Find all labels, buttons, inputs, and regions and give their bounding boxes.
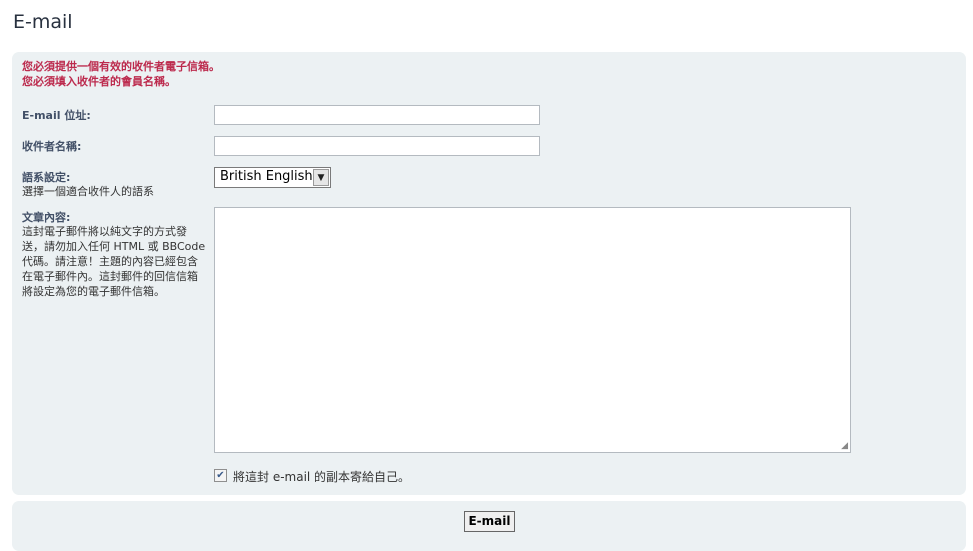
message-description: 這封電子郵件將以純文字的方式發送，請勿加入任何 HTML 或 BBCode 代碼… [22, 225, 206, 298]
resize-handle-icon[interactable]: ◢ [841, 441, 848, 451]
submit-button[interactable]: E-mail [464, 511, 515, 532]
message-textarea[interactable]: ◢ [214, 207, 851, 453]
language-label: 語系設定: [22, 171, 71, 184]
cc-self-checkbox[interactable]: ✔ [214, 469, 227, 482]
email-label: E-mail 位址: [22, 109, 91, 122]
cc-self-label: 將這封 e-mail 的副本寄給自己。 [233, 470, 411, 484]
message-label: 文章內容: [22, 211, 71, 224]
chevron-down-icon[interactable]: ▼ [313, 169, 329, 186]
recipient-name-label: 收件者名稱: [22, 140, 82, 153]
language-select[interactable]: British English ▼ [214, 167, 331, 188]
error-message-name: 您必須填入收件者的會員名稱。 [22, 75, 176, 88]
check-icon: ✔ [216, 470, 225, 481]
recipient-name-field[interactable] [214, 136, 540, 156]
email-field[interactable] [214, 105, 540, 125]
error-message-email: 您必須提供一個有效的收件者電子信箱。 [22, 60, 220, 73]
page-title: E-mail [13, 11, 73, 33]
language-description: 選擇一個適合收件人的語系 [22, 185, 154, 198]
language-selected-value: British English [220, 169, 313, 184]
